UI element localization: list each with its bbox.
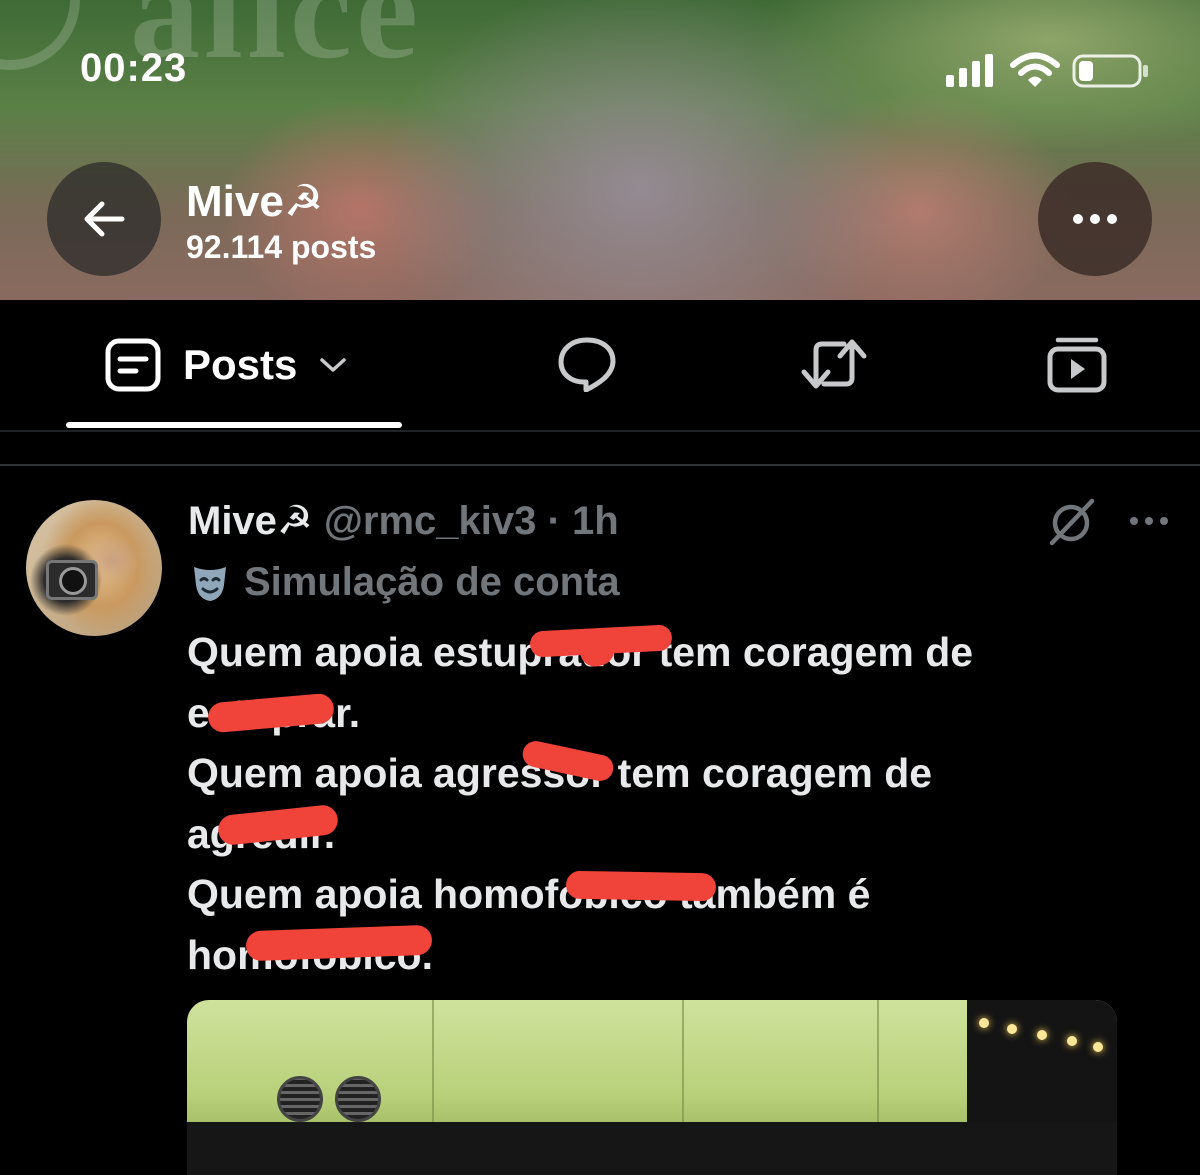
light-bulb: [1037, 1030, 1047, 1040]
signal-icon: [946, 54, 993, 87]
profile-post-count: 92.114 posts: [186, 229, 377, 265]
theater-mask-icon: [194, 566, 226, 601]
post-header: Mive☭ @rmc_kiv3 · 1h: [188, 498, 619, 544]
light-bulb: [1067, 1036, 1077, 1046]
status-icons: [944, 52, 1150, 90]
media-detail: [967, 1000, 1117, 1130]
more-options-button[interactable]: [1038, 162, 1152, 276]
avatar[interactable]: [26, 500, 162, 636]
tab-posts[interactable]: Posts: [105, 338, 347, 392]
media-detail: [682, 1000, 684, 1130]
light-bulb: [979, 1018, 989, 1028]
posts-icon: [105, 338, 161, 392]
banner-logo-ring: [0, 0, 80, 70]
repost-icon[interactable]: [800, 336, 868, 392]
post-handle-time[interactable]: @rmc_kiv3 · 1h: [324, 499, 619, 543]
camera-icon: [46, 560, 98, 600]
tabs-divider: [0, 430, 1200, 432]
post-more-icon[interactable]: [1128, 515, 1170, 527]
post-line: Quem apoia agressor tem coragem de: [187, 750, 933, 796]
wifi-icon: [1010, 52, 1060, 87]
profile-tabs: Posts: [0, 300, 1200, 430]
censor-mark: [565, 870, 717, 902]
post-media-image[interactable]: [187, 1000, 1117, 1175]
media-icon[interactable]: [1046, 336, 1108, 394]
feed-divider: [0, 464, 1200, 466]
status-time: 00:23: [80, 46, 188, 90]
media-detail: [877, 1000, 879, 1130]
light-bulb: [1007, 1024, 1017, 1034]
media-detail: [335, 1076, 381, 1122]
chevron-down-icon[interactable]: [319, 356, 347, 374]
profile-banner: alice: [0, 0, 1200, 300]
media-detail: [187, 1122, 1117, 1175]
ellipsis-icon: [1073, 214, 1117, 224]
grok-icon[interactable]: [1046, 497, 1096, 547]
simulation-label: Simulação de conta: [190, 560, 620, 605]
simulation-label-text: Simulação de conta: [244, 560, 620, 604]
tab-posts-label: Posts: [183, 341, 298, 388]
tab-active-indicator: [66, 422, 402, 428]
battery-icon: [1072, 54, 1148, 88]
arrow-left-icon: [84, 201, 125, 237]
light-bulb: [1093, 1042, 1103, 1052]
reply-bubble-icon[interactable]: [556, 336, 618, 392]
profile-name: Mive☭: [186, 177, 324, 226]
media-detail: [277, 1076, 323, 1122]
media-detail: [432, 1000, 434, 1130]
back-button[interactable]: [47, 162, 161, 276]
post-author-name[interactable]: Mive☭: [188, 499, 313, 543]
